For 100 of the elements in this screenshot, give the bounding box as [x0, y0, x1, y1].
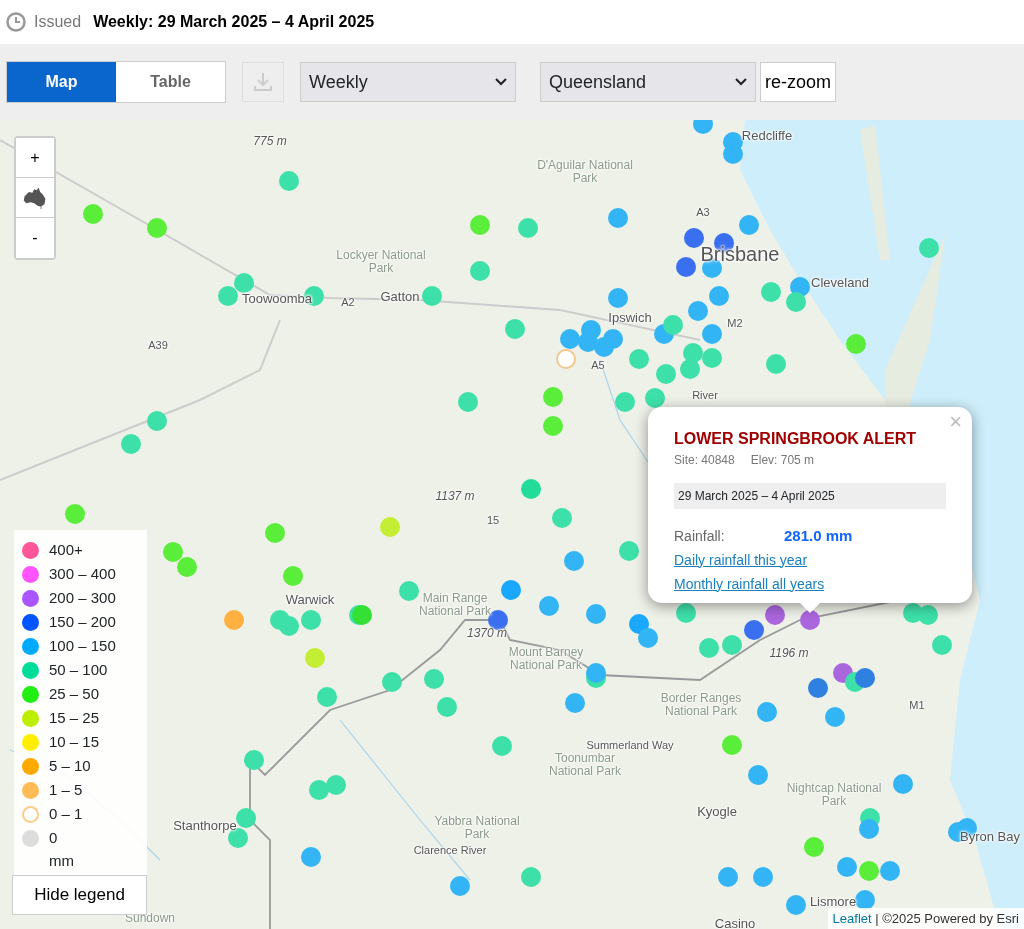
station-marker[interactable] — [676, 257, 696, 277]
station-marker[interactable] — [680, 359, 700, 379]
station-marker[interactable] — [629, 349, 649, 369]
station-marker[interactable] — [676, 603, 696, 623]
station-marker[interactable] — [283, 566, 303, 586]
station-marker[interactable] — [234, 273, 254, 293]
station-marker[interactable] — [470, 261, 490, 281]
station-marker[interactable] — [301, 610, 321, 630]
station-marker[interactable] — [147, 411, 167, 431]
station-marker[interactable] — [437, 697, 457, 717]
station-marker[interactable] — [552, 508, 572, 528]
station-marker[interactable] — [560, 329, 580, 349]
station-marker[interactable] — [629, 614, 649, 634]
station-marker[interactable] — [317, 687, 337, 707]
station-marker[interactable] — [543, 387, 563, 407]
station-marker[interactable] — [565, 693, 585, 713]
chart-link[interactable]: Daily rainfall this year — [674, 551, 808, 568]
station-marker[interactable] — [615, 392, 635, 412]
station-marker[interactable] — [163, 542, 183, 562]
station-marker[interactable] — [586, 663, 606, 683]
station-marker[interactable] — [663, 315, 683, 335]
station-marker[interactable] — [739, 215, 759, 235]
station-marker[interactable] — [722, 735, 742, 755]
station-marker[interactable] — [380, 517, 400, 537]
station-marker[interactable] — [218, 286, 238, 306]
station-marker[interactable] — [470, 215, 490, 235]
station-marker[interactable] — [147, 218, 167, 238]
station-marker[interactable] — [786, 895, 806, 915]
station-marker[interactable] — [757, 702, 777, 722]
station-marker[interactable] — [608, 208, 628, 228]
station-marker[interactable] — [265, 523, 285, 543]
station-marker[interactable] — [709, 286, 729, 306]
station-marker[interactable] — [279, 171, 299, 191]
zoom-in-button[interactable]: + — [16, 138, 54, 178]
station-marker[interactable] — [352, 605, 372, 625]
station-marker[interactable] — [645, 388, 665, 408]
station-marker[interactable] — [177, 557, 197, 577]
station-marker[interactable] — [688, 301, 708, 321]
station-marker[interactable] — [837, 857, 857, 877]
station-marker[interactable] — [236, 808, 256, 828]
station-marker[interactable] — [608, 288, 628, 308]
station-marker[interactable] — [539, 596, 559, 616]
station-marker[interactable] — [399, 581, 419, 601]
station-marker[interactable] — [825, 707, 845, 727]
station-marker[interactable] — [893, 774, 913, 794]
station-marker[interactable] — [301, 847, 321, 867]
station-marker[interactable] — [683, 343, 703, 363]
station-marker[interactable] — [855, 890, 875, 910]
station-marker[interactable] — [244, 750, 264, 770]
station-marker[interactable] — [744, 620, 764, 640]
station-marker[interactable] — [121, 434, 141, 454]
station-marker[interactable] — [382, 672, 402, 692]
hide-legend-button[interactable]: Hide legend — [12, 875, 147, 915]
leaflet-link[interactable]: Leaflet — [832, 910, 872, 926]
station-marker[interactable] — [765, 605, 785, 625]
station-marker[interactable] — [458, 392, 478, 412]
station-marker[interactable] — [224, 610, 244, 630]
station-marker[interactable] — [761, 282, 781, 302]
station-marker[interactable] — [305, 648, 325, 668]
station-marker[interactable] — [800, 610, 820, 630]
station-marker[interactable] — [859, 819, 879, 839]
station-marker[interactable] — [702, 324, 722, 344]
station-marker[interactable] — [718, 867, 738, 887]
station-marker[interactable] — [722, 635, 742, 655]
station-marker[interactable] — [543, 416, 563, 436]
station-marker[interactable] — [932, 635, 952, 655]
view-tab[interactable]: Map — [7, 62, 116, 102]
station-marker[interactable] — [918, 605, 938, 625]
chart-link[interactable]: Monthly rainfall all years — [674, 575, 825, 592]
station-marker[interactable] — [578, 332, 598, 352]
station-marker[interactable] — [684, 228, 704, 248]
station-marker[interactable] — [808, 678, 828, 698]
station-marker[interactable] — [556, 349, 576, 369]
station-marker[interactable] — [586, 604, 606, 624]
station-marker[interactable] — [766, 354, 786, 374]
station-marker[interactable] — [748, 765, 768, 785]
station-marker[interactable] — [693, 120, 713, 134]
station-marker[interactable] — [855, 668, 875, 688]
rezoom-button[interactable]: re-zoom — [760, 62, 836, 102]
station-marker[interactable] — [699, 638, 719, 658]
station-marker[interactable] — [492, 736, 512, 756]
station-marker[interactable] — [564, 551, 584, 571]
region-select[interactable]: Queensland — [540, 62, 756, 102]
station-marker[interactable] — [656, 364, 676, 384]
station-marker[interactable] — [702, 348, 722, 368]
station-marker[interactable] — [880, 861, 900, 881]
station-marker[interactable] — [83, 204, 103, 224]
station-marker[interactable] — [450, 876, 470, 896]
station-marker[interactable] — [422, 286, 442, 306]
period-select[interactable]: Weekly — [300, 62, 516, 102]
station-marker[interactable] — [786, 292, 806, 312]
station-marker[interactable] — [638, 628, 658, 648]
station-marker[interactable] — [518, 218, 538, 238]
station-marker[interactable] — [279, 616, 299, 636]
station-marker[interactable] — [804, 837, 824, 857]
station-marker[interactable] — [501, 580, 521, 600]
station-marker[interactable] — [424, 669, 444, 689]
station-marker[interactable] — [521, 479, 541, 499]
station-marker[interactable] — [326, 775, 346, 795]
station-marker[interactable] — [859, 861, 879, 881]
